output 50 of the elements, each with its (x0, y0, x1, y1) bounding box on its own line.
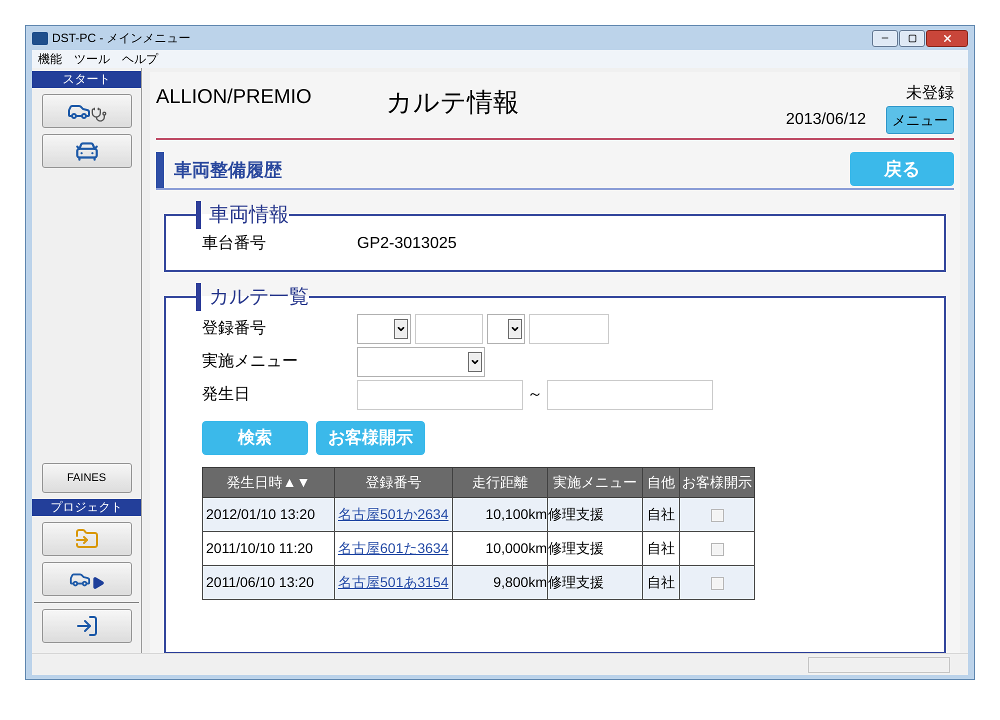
table-cell: 2011/06/10 13:20 (202, 566, 334, 600)
exit-button[interactable] (42, 609, 132, 643)
field-label: 車台番号 (202, 234, 267, 254)
section-title: 車両整備履歴 (174, 158, 282, 182)
field-value: GP2-3013025 (357, 234, 457, 254)
close-icon (942, 32, 952, 44)
section-header: プロジェクト (32, 499, 141, 516)
dropdown[interactable] (487, 314, 525, 344)
app-logo-icon (32, 32, 48, 44)
section-accent-bar (156, 152, 164, 188)
filter-label: 実施メニュー (202, 352, 299, 372)
filter-label: 登録番号 (202, 318, 267, 338)
page-title: カルテ情報 (386, 86, 520, 119)
disclosure-checkbox[interactable] (710, 576, 724, 590)
column-header: 発生日時▲▼ (202, 468, 334, 498)
date-text: 2013/06/12 (786, 110, 866, 130)
disclosure-checkbox[interactable] (710, 508, 724, 522)
maximize-button[interactable] (899, 30, 925, 46)
frame-title: 車両情報 (209, 203, 289, 228)
vehicle-model: ALLION/PREMIO (156, 85, 313, 110)
folder-input-icon (74, 527, 98, 551)
input-field[interactable] (529, 314, 609, 344)
menu-item[interactable]: ヘルプ (122, 50, 158, 68)
menu-button[interactable]: メニュー (886, 106, 954, 134)
table-cell: 9,800km (452, 566, 548, 600)
column-header: 登録番号 (334, 468, 452, 498)
open-project-button[interactable] (42, 522, 132, 556)
faines-button[interactable]: FAINES (42, 463, 132, 493)
dropdown[interactable] (357, 314, 411, 344)
section-header: スタート (32, 71, 141, 88)
close-button[interactable] (926, 30, 968, 46)
input-field[interactable] (357, 380, 523, 410)
table-cell: 修理支援 (548, 566, 642, 600)
menu-item[interactable]: 機能 (38, 50, 62, 68)
car-person-button[interactable] (42, 134, 132, 168)
menu-item[interactable]: ツール (74, 50, 110, 68)
car-diagnosis-button[interactable] (42, 94, 132, 128)
registration-status: 未登録 (906, 84, 954, 104)
disclosure-checkbox[interactable] (710, 542, 724, 556)
input-field[interactable] (547, 380, 713, 410)
login-door-icon (74, 614, 98, 638)
car-play-button[interactable] (42, 562, 132, 596)
input-field[interactable] (415, 314, 483, 344)
window-title: DST-PC - メインメニュー (52, 30, 191, 47)
maximize-icon (908, 34, 916, 42)
filter-label: 発生日 (202, 384, 251, 404)
table-cell: 自社 (642, 566, 680, 600)
range-separator: ～ (527, 384, 543, 404)
dropdown[interactable] (357, 346, 485, 376)
frame-title: カルテ一覧 (209, 285, 309, 310)
